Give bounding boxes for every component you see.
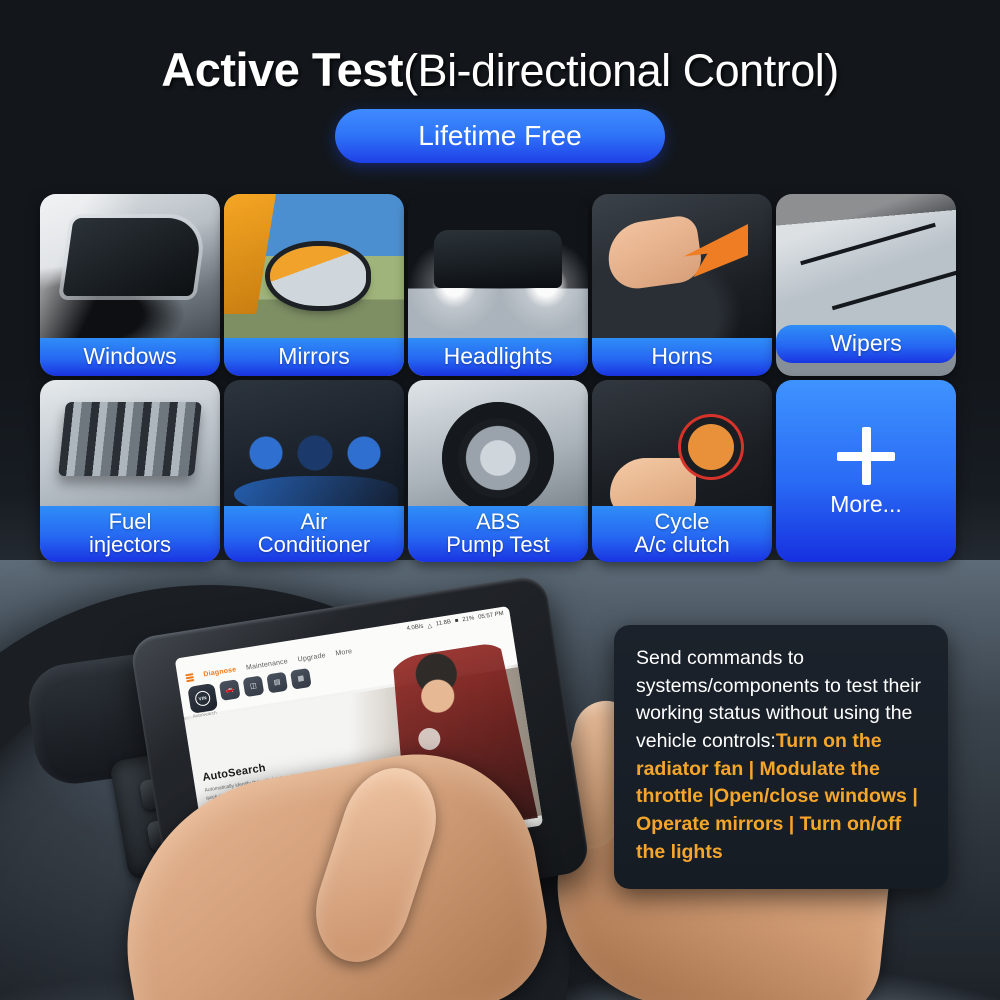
feature-label-line: Conditioner bbox=[257, 531, 371, 557]
obd-icon[interactable]: ◫ bbox=[242, 675, 265, 697]
promo-image: 4.0B/s △ 11.8B ■ 21% 05:57 PM Diagnose M… bbox=[0, 0, 1000, 1000]
feature-label: Fuel injectors bbox=[40, 505, 220, 562]
plus-icon bbox=[835, 425, 897, 487]
lifetime-free-badge: Lifetime Free bbox=[335, 109, 665, 163]
vin-badge-label: VIN bbox=[194, 689, 212, 707]
feature-label-line: A/c clutch bbox=[634, 531, 730, 557]
feature-label: Windows bbox=[40, 337, 220, 376]
clock-text: 05:57 PM bbox=[477, 610, 505, 621]
feature-tile-horns[interactable]: Horns bbox=[592, 194, 772, 376]
feature-label: Wipers bbox=[776, 324, 956, 363]
wifi-icon: △ bbox=[427, 622, 433, 630]
headline-light: (Bi-directional Control) bbox=[403, 45, 839, 96]
feature-label-line: Pump Test bbox=[446, 531, 550, 557]
vehicle-icon[interactable]: 🚗 bbox=[218, 678, 241, 701]
description-plain-2: working status without using bbox=[636, 702, 880, 725]
feature-label-line: Air bbox=[300, 508, 328, 534]
battery-icon: ■ bbox=[454, 617, 460, 625]
description-card: Send commands to systems/components to t… bbox=[614, 625, 948, 889]
feature-tile-fuel-injectors[interactable]: Fuel injectors bbox=[40, 380, 220, 562]
feature-label-line: injectors bbox=[89, 531, 171, 557]
feature-tile-cycle-ac-clutch[interactable]: Cycle A/c clutch bbox=[592, 380, 772, 562]
feature-label: Air Conditioner bbox=[224, 505, 404, 562]
feature-label: Cycle A/c clutch bbox=[592, 505, 772, 562]
data-usage-text: 11.8B bbox=[435, 619, 452, 628]
feature-tile-headlights[interactable]: Headlights bbox=[408, 194, 588, 376]
feature-label: Horns bbox=[592, 337, 772, 376]
feature-grid: Windows Mirrors Headlights Horns Wipers … bbox=[40, 194, 960, 562]
lifetime-free-label: Lifetime Free bbox=[418, 120, 582, 151]
hamburger-icon[interactable] bbox=[185, 673, 195, 683]
feature-label: ABS Pump Test bbox=[408, 505, 588, 562]
feature-tile-mirrors[interactable]: Mirrors bbox=[224, 194, 404, 376]
feature-tile-abs-pump-test[interactable]: ABS Pump Test bbox=[408, 380, 588, 562]
feature-label: Headlights bbox=[408, 337, 588, 376]
page-title: Active Test(Bi-directional Control) bbox=[0, 42, 1000, 97]
feature-tile-windows[interactable]: Windows bbox=[40, 194, 220, 376]
document-icon[interactable]: ▦ bbox=[289, 667, 312, 690]
description-plain: Send commands to systems/components to t… bbox=[636, 647, 922, 697]
net-speed-text: 4.0B/s bbox=[406, 623, 424, 633]
more-label: More... bbox=[830, 490, 902, 517]
feature-label-line: Cycle bbox=[654, 508, 710, 534]
vin-scan-icon[interactable]: VIN bbox=[187, 682, 219, 714]
feature-tile-wipers[interactable]: Wipers bbox=[776, 194, 956, 376]
headline-bold: Active Test bbox=[161, 43, 404, 96]
feature-label: Mirrors bbox=[224, 337, 404, 376]
feature-tile-more[interactable]: More... bbox=[776, 380, 956, 562]
feature-label-line: ABS bbox=[475, 508, 521, 534]
report-icon[interactable]: ▤ bbox=[266, 671, 288, 694]
feature-tile-air-conditioner[interactable]: Air Conditioner bbox=[224, 380, 404, 562]
battery-percent-text: 21% bbox=[462, 615, 475, 624]
feature-label-line: Fuel bbox=[108, 508, 152, 534]
